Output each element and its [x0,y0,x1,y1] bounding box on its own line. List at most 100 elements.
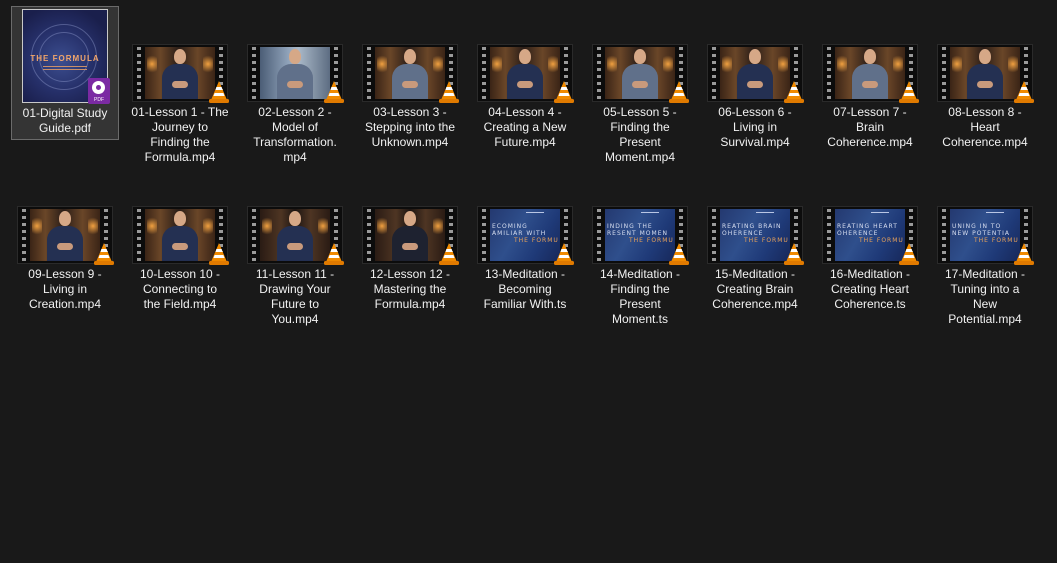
thumb-text-line-2: OHERENCE [722,230,764,237]
file-name-line: Future.mp4 [494,135,556,149]
file-explorer-view: THE FORMULA PDF 01-Digital Study Guide.pdf 0… [0,0,1057,563]
file-name-line: Creating a New [483,120,567,134]
video-frame-scene [720,47,790,99]
presenter-figure [850,47,890,99]
meditation-title-card: REATING HEARTOHERENCETHE FORMULA [835,209,905,261]
thumb-text-line-2: NEW POTENTIA [952,230,1010,237]
file-item-video[interactable]: 10-Lesson 10 - Connecting to the Field.mp4 [126,206,234,314]
video-frame-scene [30,209,100,261]
file-item-video[interactable]: 04-Lesson 4 - Creating a New Future.mp4 [471,44,579,152]
file-name-line: Transformation. [253,135,337,149]
file-name-label: 09-Lesson 9 - Living in Creation.mp4 [11,267,119,314]
video-thumbnail [937,44,1035,104]
file-item-video[interactable]: 03-Lesson 3 - Stepping into the Unknown.mp… [356,44,464,152]
video-thumbnail: INDING THERESENT MOMENTHE FORMULA [592,206,689,265]
file-item-video[interactable]: REATING BRAINOHERENCETHE FORMULA 15-Medit… [701,206,809,314]
file-item-video[interactable]: 05-Lesson 5 - Finding the Present Moment.mp… [586,44,694,167]
vlc-cone-icon [783,242,805,266]
file-name-line: 14-Meditation - [599,267,681,281]
presenter-figure [390,47,430,99]
file-name-line: Creation.mp4 [28,297,102,311]
file-name-line: Future to [270,297,320,311]
vlc-cone-icon [208,242,230,266]
vlc-cone-icon [438,242,460,266]
file-name-label: 03-Lesson 3 - Stepping into the Unknown.mp… [356,105,464,152]
file-name-line: 15-Meditation - [714,267,796,281]
file-name-line: 02-Lesson 2 - [258,105,332,119]
thumb-text-line-2: AMILIAR WITH [492,230,547,237]
file-name-line: Stepping into the [364,120,456,134]
video-frame-scene [260,47,330,99]
file-item-video[interactable]: 08-Lesson 8 - Heart Coherence.mp4 [931,44,1039,152]
presenter-figure [505,47,545,99]
file-name-line: 08-Lesson 8 - [948,105,1022,119]
vlc-cone-icon [1013,80,1035,104]
video-thumbnail [822,44,919,103]
vlc-cone-icon [93,242,115,266]
file-name-line: 05-Lesson 5 - [603,105,677,119]
file-name-line: You.mp4 [271,312,319,326]
presenter-figure [45,209,85,261]
file-item-video[interactable]: 12-Lesson 12 - Mastering the Formula.mp4 [356,206,464,314]
file-name-line: Finding the [610,282,670,296]
video-thumbnail [132,206,230,266]
file-name-line: Survival.mp4 [720,135,790,149]
file-name-label: 10-Lesson 10 - Connecting to the Field.mp4 [126,267,234,314]
video-frame-scene [145,47,215,99]
vlc-cone-icon [323,242,345,266]
file-name-line: Present [619,297,661,311]
file-name-line: Present [619,135,661,149]
thumb-brand: THE FORMULA [744,237,788,244]
file-name-line: Moment.ts [611,312,668,326]
file-name-line: 07-Lesson 7 - [833,105,907,119]
video-frame-scene [375,47,445,99]
file-name-line: Coherence.mp4 [827,135,913,149]
file-item-video[interactable]: REATING HEARTOHERENCETHE FORMULA 16-Medit… [816,206,924,314]
file-name-line: Finding the [610,120,670,134]
video-thumbnail [132,44,229,103]
vlc-cone-icon [1013,242,1035,266]
vlc-cone-icon [553,80,575,104]
video-frame-scene [375,209,445,261]
vlc-cone-icon [323,80,345,104]
file-item-video[interactable]: 09-Lesson 9 - Living in Creation.mp4 [11,206,119,314]
vlc-cone-icon [438,80,460,104]
thumb-text-line-1: REATING BRAIN [722,223,782,230]
file-item-pdf[interactable]: THE FORMULA PDF 01-Digital Study Guide.pdf [11,6,119,140]
vlc-cone-icon [553,242,575,266]
vlc-cone-icon [668,80,690,104]
file-item-video[interactable]: 11-Lesson 11 - Drawing Your Future to You.m… [241,206,349,329]
pdf-badge-label: PDF [94,97,104,103]
thumb-brand: THE FORMULA [974,237,1018,244]
video-frame-scene [950,47,1020,99]
video-thumbnail [362,206,460,266]
pdf-thumbnail: THE FORMULA PDF [22,9,110,104]
file-name-line: 04-Lesson 4 - [488,105,562,119]
file-name-label: 11-Lesson 11 - Drawing Your Future to You.m… [241,267,349,329]
file-item-video[interactable]: 02-Lesson 2 - Model of Transformation. mp4 [241,44,349,167]
file-item-video[interactable]: 06-Lesson 6 - Living in Survival.mp4 [701,44,809,152]
file-item-video[interactable]: 07-Lesson 7 - Brain Coherence.mp4 [816,44,924,152]
video-thumbnail [477,44,575,104]
file-name-line: Model of [271,120,319,134]
file-name-line: 06-Lesson 6 - [718,105,792,119]
video-thumbnail: ECOMINGAMILIAR WITHTHE FORMULA [477,206,575,266]
file-name-line: 09-Lesson 9 - [28,267,102,281]
file-name-label: 01-Digital Study Guide.pdf [12,106,118,138]
file-item-video[interactable]: UNING IN TONEW POTENTIATHE FORMULA 17-Med… [931,206,1039,329]
thumb-text-line-2: OHERENCE [837,230,879,237]
file-name-line: 10-Lesson 10 - [139,267,221,281]
file-item-video[interactable]: 01-Lesson 1 - The Journey to Finding the Fo… [126,44,234,167]
file-name-line: 01-Digital Study [22,106,108,120]
file-name-line: Unknown.mp4 [371,135,449,149]
file-name-line: Familiar With.ts [483,297,567,311]
thumb-text-line-1: INDING THE [607,223,653,230]
file-name-label: 05-Lesson 5 - Finding the Present Moment.mp… [586,105,694,167]
vlc-cone-icon [898,242,920,266]
video-frame-scene [260,209,330,261]
file-item-video[interactable]: ECOMINGAMILIAR WITHTHE FORMULA 13-Meditat… [471,206,579,314]
file-name-line: Becoming [498,282,552,296]
file-name-line: Finding the [150,135,210,149]
file-name-line: Potential.mp4 [948,312,1022,326]
file-item-video[interactable]: INDING THERESENT MOMENTHE FORMULA 14-Medi… [586,206,694,329]
